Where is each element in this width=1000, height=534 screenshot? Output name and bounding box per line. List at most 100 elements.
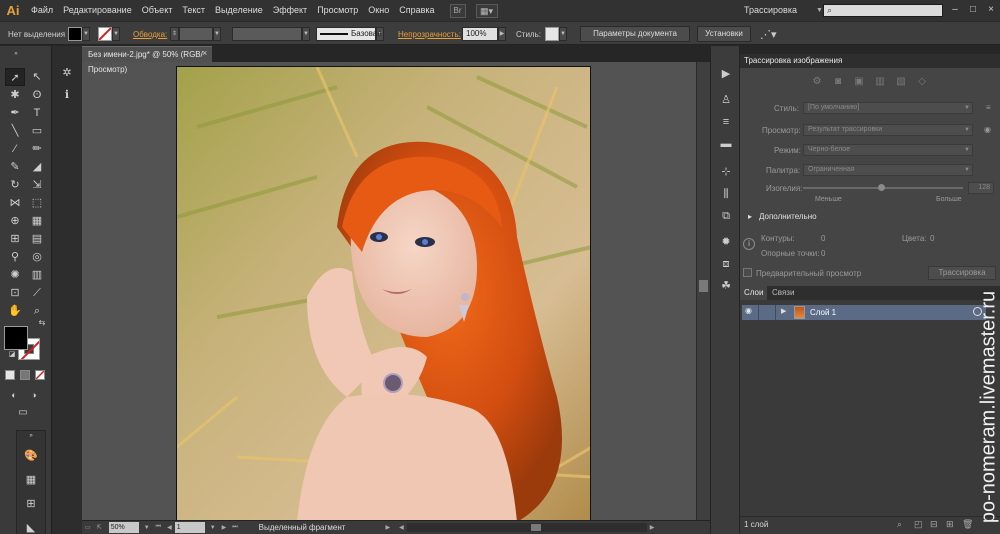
none-mode-swatch[interactable]	[35, 370, 45, 380]
chevron-right-icon[interactable]: ▶	[498, 27, 506, 41]
stroke-link[interactable]: Обводка:	[133, 30, 167, 39]
next-artboard-icon[interactable]: ▶	[222, 524, 227, 531]
graphic-styles-icon[interactable]: ⧈	[717, 256, 735, 272]
opacity-link[interactable]: Непрозрачность:	[398, 30, 461, 39]
color-mode-swatch[interactable]	[5, 370, 15, 380]
stroke-color-control[interactable]: ▼	[98, 22, 120, 46]
share-icon[interactable]: ⇱	[97, 524, 102, 531]
document-tab[interactable]: Без имени-2.jpg* @ 50% (RGB/Просмотр)	[82, 46, 212, 74]
chevron-down-icon[interactable]: ▼	[112, 27, 120, 41]
stroke-weight-label[interactable]: Обводка:	[133, 22, 167, 46]
first-artboard-icon[interactable]: ⏮	[156, 524, 161, 531]
slice-tool-icon[interactable]: ⟋	[27, 284, 47, 302]
hand-tool-icon[interactable]: ✋	[5, 302, 25, 320]
last-artboard-icon[interactable]: ⏭	[232, 524, 237, 531]
status-text[interactable]: Выделенный фрагмент	[259, 523, 346, 532]
stroke-weight-input[interactable]	[179, 27, 213, 41]
menu-type[interactable]: Текст	[177, 0, 210, 21]
preset-select[interactable]: [По умолчанию] ▼	[803, 102, 973, 114]
zoom-dropdown-icon[interactable]: ▼	[144, 525, 150, 531]
draw-inside-icon[interactable]: ◑	[24, 386, 44, 404]
sun-appearance-icon[interactable]: ✹	[717, 234, 735, 250]
prev-artboard-icon[interactable]: ◀	[167, 524, 172, 531]
menu-select[interactable]: Выделение	[210, 0, 268, 21]
maximize-icon[interactable]: □	[966, 4, 980, 15]
tab-layers[interactable]: Слои	[740, 286, 768, 300]
arrange-documents-button[interactable]: ▦▾	[475, 3, 498, 18]
expand-layer-icon[interactable]: ▶	[781, 307, 786, 315]
style-field[interactable]: ▼	[545, 22, 567, 46]
eraser-tool-icon[interactable]: ◢	[27, 158, 47, 176]
view-eye-icon[interactable]: ◉	[984, 125, 991, 134]
preview-checkbox[interactable]	[743, 268, 752, 277]
align-icon[interactable]: ⫼	[717, 186, 735, 202]
pathfinder-icon[interactable]: ⧉	[717, 208, 735, 224]
menu-object[interactable]: Объект	[137, 0, 178, 21]
menu-window[interactable]: Окно	[363, 0, 394, 21]
new-layer-icon[interactable]: ⊞	[946, 519, 954, 530]
chevron-down-icon[interactable]: ▼	[213, 27, 221, 41]
transform-icon[interactable]: ⊹	[717, 164, 735, 180]
free-transform-tool-icon[interactable]: ⬚	[27, 194, 47, 212]
advanced-toggle-label[interactable]: Дополнительно	[759, 212, 817, 221]
shape-builder-tool-icon[interactable]: ⊕	[5, 212, 25, 230]
type-tool-icon[interactable]: T	[27, 104, 47, 122]
settings-gear-icon[interactable]: ✲	[57, 64, 77, 82]
fill-color-swatch[interactable]	[4, 326, 28, 350]
selection-tool-icon[interactable]: ➚	[5, 68, 25, 86]
eyedropper-tool-icon[interactable]: ⚲	[5, 248, 25, 266]
placed-photo-artboard[interactable]	[176, 66, 591, 521]
threshold-slider-knob[interactable]	[878, 184, 885, 191]
menu-help[interactable]: Справка	[394, 0, 439, 21]
menu-file[interactable]: Файл	[26, 0, 58, 21]
grayscale-preset-icon[interactable]: ▥	[873, 76, 887, 88]
palette-select[interactable]: Ограниченная ▼	[803, 164, 973, 176]
help-search-input[interactable]: ⌕	[823, 4, 943, 17]
horizontal-scrollbar[interactable]	[406, 523, 647, 532]
opacity-label[interactable]: Непрозрачность:	[398, 22, 461, 46]
scrollbar-thumb[interactable]	[699, 280, 708, 292]
zoom-field[interactable]: 50%	[108, 522, 139, 533]
chevron-down-icon[interactable]: ▼	[82, 27, 90, 41]
close-tab-icon[interactable]: ×	[202, 46, 207, 61]
auto-color-preset-icon[interactable]: ⚙	[810, 76, 824, 88]
variable-width-field[interactable]: ▼	[232, 22, 310, 46]
fill-swatch-mini[interactable]	[68, 27, 82, 41]
layer-row[interactable]	[742, 305, 986, 320]
scale-tool-icon[interactable]: ⇲	[27, 176, 47, 194]
locate-object-icon[interactable]: ⌕	[897, 519, 902, 530]
gradient-panel-icon[interactable]: ◣	[21, 519, 41, 534]
eye-visibility-icon[interactable]: ◉	[745, 306, 752, 315]
stroke-weight-field[interactable]: ⇕ ▼	[170, 22, 221, 46]
rotate-tool-icon[interactable]: ↻	[5, 176, 25, 194]
bridge-button[interactable]: Br	[449, 3, 466, 18]
outline-preset-icon[interactable]: ◇	[915, 76, 929, 88]
width-profile-select[interactable]	[232, 27, 302, 41]
brushes-icon[interactable]: ⊞	[21, 495, 41, 513]
horizontal-scrollbar-thumb[interactable]	[530, 524, 541, 531]
toolbar-collapse-icon[interactable]: »	[6, 50, 26, 58]
menu-edit[interactable]: Редактирование	[58, 0, 137, 21]
advanced-toggle-icon[interactable]: ▸	[748, 212, 752, 221]
swap-colors-icon[interactable]: ⇆	[32, 318, 52, 328]
gradient-tool-icon[interactable]: ▤	[27, 230, 47, 248]
tab-links[interactable]: Связи	[768, 286, 798, 300]
mode-select[interactable]: Черно-белое ▼	[803, 144, 973, 156]
high-color-preset-icon[interactable]: ◙	[831, 76, 845, 88]
swatches-icon[interactable]: ▦	[21, 471, 41, 489]
minimize-icon[interactable]: –	[948, 4, 962, 15]
rectangle-tool-icon[interactable]: ▭	[27, 122, 47, 140]
scroll-right-icon[interactable]: ▶	[650, 524, 655, 531]
width-tool-icon[interactable]: ⋈	[5, 194, 25, 212]
workspace-dropdown-icon[interactable]: ▼	[816, 0, 823, 21]
black-white-preset-icon[interactable]: ▧	[894, 76, 908, 88]
chevron-down-icon[interactable]: ▼	[302, 27, 310, 41]
pen-tool-icon[interactable]: ✒	[5, 104, 25, 122]
column-graph-tool-icon[interactable]: ▥	[27, 266, 47, 284]
scroll-left-icon[interactable]: ◀	[399, 524, 404, 531]
chevron-down-icon[interactable]: ▼	[559, 27, 567, 41]
line-tool-icon[interactable]: ╲	[5, 122, 25, 140]
artboard-tool-icon[interactable]: ⊡	[5, 284, 25, 302]
perspective-grid-tool-icon[interactable]: ▦	[27, 212, 47, 230]
draw-mode-icon[interactable]: ◐	[4, 386, 24, 404]
